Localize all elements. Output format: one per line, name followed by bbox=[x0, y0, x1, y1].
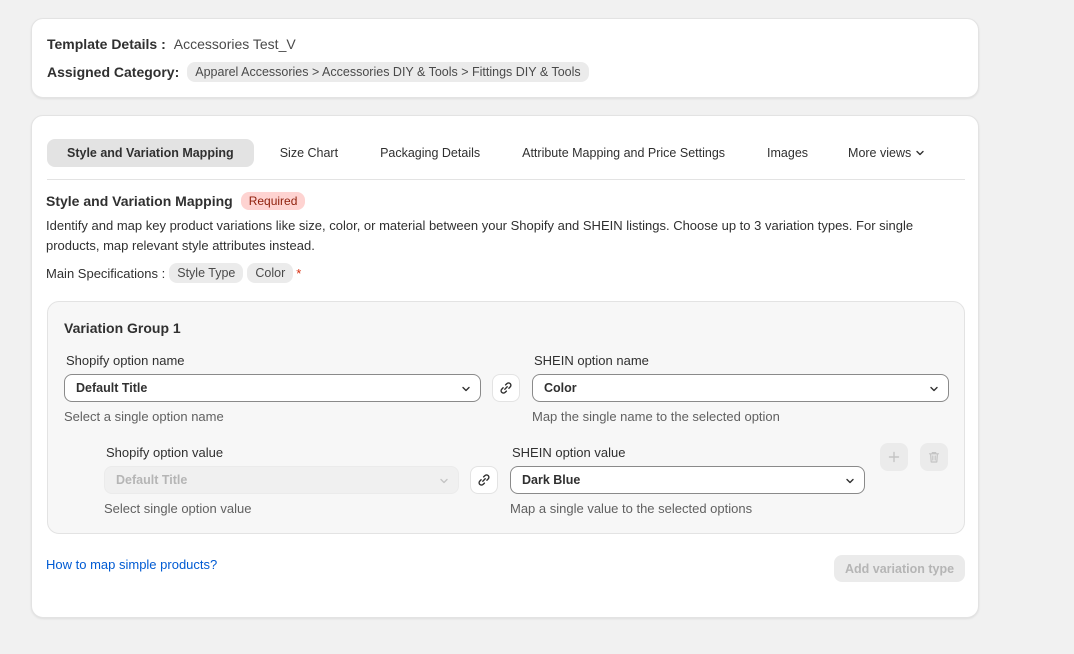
tab-size-chart[interactable]: Size Chart bbox=[264, 139, 354, 167]
delete-value-button[interactable] bbox=[920, 443, 948, 471]
how-to-map-simple-products-link[interactable]: How to map simple products? bbox=[46, 557, 217, 572]
trash-icon bbox=[928, 452, 940, 463]
shein-option-name-select[interactable]: Color bbox=[532, 374, 949, 402]
shopify-option-value-select[interactable]: Default Title bbox=[104, 466, 459, 494]
section-title: Style and Variation Mapping bbox=[46, 193, 233, 209]
add-value-button[interactable] bbox=[880, 443, 908, 471]
tab-bar: Style and Variation Mapping Size Chart P… bbox=[47, 139, 965, 180]
template-name: Accessories Test_V bbox=[173, 36, 296, 52]
shopify-option-name-select[interactable]: Default Title bbox=[64, 374, 481, 402]
template-details-label: Template Details : bbox=[47, 36, 166, 52]
spec-chip-color: Color bbox=[247, 263, 294, 283]
variation-group-title: Variation Group 1 bbox=[64, 320, 181, 336]
tab-more-views-label: More views bbox=[848, 146, 912, 160]
variation-group: Variation Group 1 Shopify option name De… bbox=[47, 301, 965, 534]
chevron-down-icon bbox=[916, 150, 924, 156]
assigned-category-label: Assigned Category: bbox=[47, 64, 180, 80]
shein-option-name-help: Map the single name to the selected opti… bbox=[532, 409, 780, 424]
shein-option-value-select[interactable]: Dark Blue bbox=[510, 466, 865, 494]
shein-option-name-label: SHEIN option name bbox=[534, 353, 649, 368]
mapping-card: Style and Variation Mapping Size Chart P… bbox=[31, 115, 979, 618]
tab-packaging-details[interactable]: Packaging Details bbox=[364, 139, 496, 167]
shein-option-value-label: SHEIN option value bbox=[512, 445, 626, 460]
shein-option-value-help: Map a single value to the selected optio… bbox=[510, 501, 753, 516]
required-asterisk: * bbox=[296, 265, 302, 281]
link-option-value-button[interactable] bbox=[470, 466, 498, 494]
shein-option-name-value: Color bbox=[544, 381, 577, 395]
chevron-down-icon bbox=[440, 478, 448, 484]
main-specifications: Main Specifications : Style Type Color * bbox=[46, 263, 301, 283]
chevron-down-icon bbox=[846, 478, 854, 484]
link-icon bbox=[478, 474, 490, 486]
chevron-down-icon bbox=[462, 386, 470, 392]
template-details-card: Template Details : Accessories Test_V As… bbox=[31, 18, 979, 98]
main-specifications-label: Main Specifications : bbox=[46, 265, 166, 281]
tab-attribute-mapping-price[interactable]: Attribute Mapping and Price Settings bbox=[506, 139, 741, 167]
section-heading: Style and Variation Mapping Required bbox=[46, 192, 306, 210]
chevron-down-icon bbox=[930, 386, 938, 392]
tab-style-variation-mapping[interactable]: Style and Variation Mapping bbox=[47, 139, 254, 167]
shein-option-value-value: Dark Blue bbox=[522, 473, 581, 487]
shopify-option-value-help: Select single option value bbox=[104, 501, 252, 516]
required-badge: Required bbox=[240, 192, 306, 210]
spec-chip-style-type: Style Type bbox=[169, 263, 244, 283]
assigned-category-row: Assigned Category: Apparel Accessories >… bbox=[47, 62, 589, 82]
plus-icon bbox=[888, 451, 900, 463]
template-details-row: Template Details : Accessories Test_V bbox=[47, 36, 296, 52]
shopify-option-value-label: Shopify option value bbox=[106, 445, 224, 460]
shopify-option-name-value: Default Title bbox=[76, 381, 148, 395]
section-description: Identify and map key product variations … bbox=[46, 218, 914, 253]
add-variation-type-button[interactable]: Add variation type bbox=[834, 555, 966, 582]
link-icon bbox=[500, 382, 512, 394]
link-option-name-button[interactable] bbox=[492, 374, 520, 402]
tab-more-views[interactable]: More views bbox=[834, 139, 939, 167]
shopify-option-name-label: Shopify option name bbox=[66, 353, 185, 368]
tab-images[interactable]: Images bbox=[751, 139, 824, 167]
assigned-category-chip: Apparel Accessories > Accessories DIY & … bbox=[187, 62, 589, 82]
shopify-option-value-value: Default Title bbox=[116, 473, 188, 487]
shopify-option-name-help: Select a single option name bbox=[64, 409, 224, 424]
